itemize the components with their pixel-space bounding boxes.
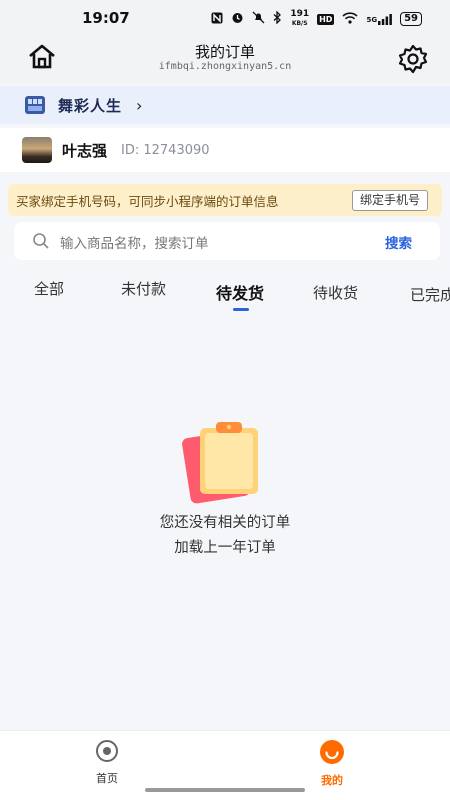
hd-badge: HD	[317, 13, 335, 25]
empty-clipboard-icon	[182, 422, 258, 504]
user-id: ID: 12743090	[121, 142, 210, 158]
avatar	[22, 137, 52, 163]
nav-home-label: 首页	[96, 772, 118, 785]
search-button[interactable]: 搜索	[385, 232, 412, 252]
user-name: 叶志强	[62, 141, 108, 160]
shop-bar[interactable]: 舞彩人生 ›	[0, 86, 450, 124]
mute-icon	[252, 11, 265, 27]
status-icons: 191 KB/S HD 5G 59	[211, 10, 422, 28]
settings-button[interactable]	[396, 42, 430, 76]
bind-phone-notice: 买家绑定手机号码，可同步小程序端的订单信息 绑定手机号	[8, 184, 442, 216]
tab-to-ship[interactable]: 待发货	[216, 280, 264, 304]
battery-indicator: 59	[400, 12, 422, 26]
nav-mine-label: 我的	[321, 774, 343, 787]
tab-to-receive[interactable]: 待收货	[313, 282, 358, 303]
active-tab-indicator	[233, 308, 249, 311]
nav-home[interactable]: 首页	[77, 739, 137, 786]
nfc-icon	[211, 12, 223, 27]
page-domain: ifmbqi.zhongxinyan5.cn	[158, 61, 292, 72]
nav-mine[interactable]: 我的	[302, 739, 362, 788]
status-bar: 19:07 191 KB/S HD 5G 59	[0, 0, 450, 34]
shop-name: 舞彩人生	[58, 96, 123, 115]
search-bar[interactable]: 输入商品名称，搜索订单 搜索	[14, 222, 440, 260]
network-speed: 191 KB/S	[290, 9, 310, 28]
search-input[interactable]: 输入商品名称，搜索订单	[60, 232, 209, 252]
notice-text: 买家绑定手机号码，可同步小程序端的订单信息	[16, 193, 279, 209]
home-target-icon	[96, 740, 118, 762]
signal-icon: 5G	[366, 13, 392, 25]
bind-phone-button[interactable]: 绑定手机号	[351, 190, 428, 211]
tab-all[interactable]: 全部	[34, 278, 64, 299]
page-title: 我的订单	[194, 43, 255, 61]
chevron-right-icon: ›	[136, 95, 143, 115]
bluetooth-icon	[273, 10, 282, 27]
tab-completed[interactable]: 已完成	[410, 284, 450, 305]
status-time: 19:07	[82, 9, 130, 27]
title-bar: 我的订单 ifmbqi.zhongxinyan5.cn	[0, 34, 450, 84]
gear-icon	[398, 44, 428, 74]
search-icon	[33, 233, 49, 249]
smile-icon	[320, 740, 344, 764]
load-last-year-link[interactable]: 加载上一年订单	[0, 536, 450, 557]
order-status-tabs: 全部 未付款 待发货 待收货 已完成	[0, 272, 450, 316]
wifi-icon	[342, 11, 359, 27]
user-row: 叶志强 ID: 12743090	[0, 128, 450, 172]
home-indicator	[145, 788, 305, 792]
empty-message: 您还没有相关的订单	[159, 515, 291, 531]
alarm-icon	[231, 11, 244, 27]
tab-unpaid[interactable]: 未付款	[121, 278, 166, 299]
shop-logo-icon	[25, 96, 45, 114]
